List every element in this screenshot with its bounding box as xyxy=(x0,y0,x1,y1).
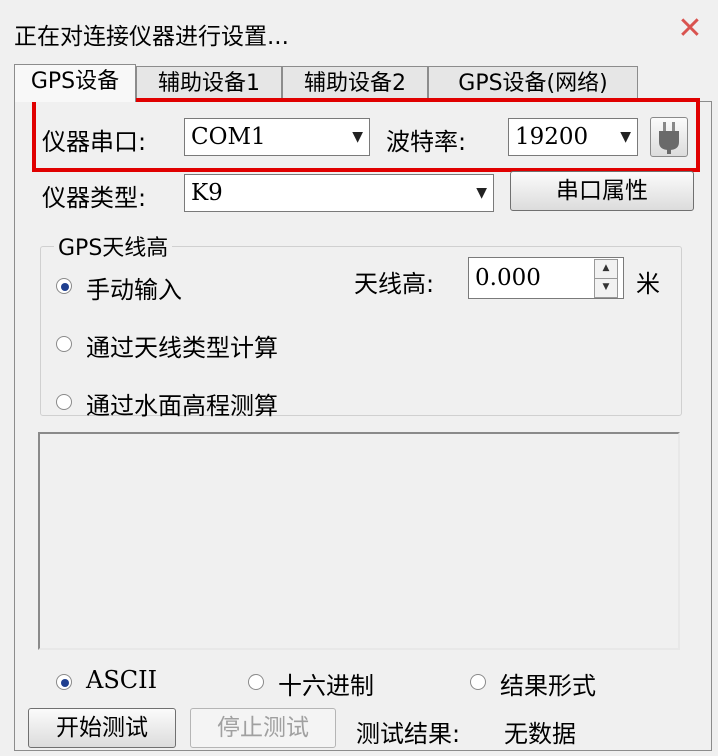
radio-by-water-elevation[interactable] xyxy=(56,394,72,410)
radio-manual-label[interactable]: 手动输入 xyxy=(86,270,182,305)
highlight-frame xyxy=(32,98,700,172)
radio-format-result-label[interactable]: 结果形式 xyxy=(500,666,596,701)
radio-by-water-elevation-label[interactable]: 通过水面高程测算 xyxy=(86,386,278,421)
radio-format-hex[interactable] xyxy=(248,674,264,690)
device-type-value: K9 xyxy=(191,180,223,206)
radio-format-ascii[interactable] xyxy=(56,674,72,690)
radio-format-ascii-label[interactable]: ASCII xyxy=(86,666,157,694)
radio-by-antenna-type[interactable] xyxy=(56,336,72,352)
test-output-area[interactable] xyxy=(38,432,680,650)
antenna-height-spinner[interactable]: ▲ ▼ xyxy=(594,259,618,298)
device-type-select[interactable]: K9 ▼ xyxy=(184,174,494,212)
spin-down-icon[interactable]: ▼ xyxy=(594,278,618,298)
radio-by-antenna-type-label[interactable]: 通过天线类型计算 xyxy=(86,328,278,363)
close-icon[interactable]: ✕ xyxy=(675,14,705,44)
test-result-label: 测试结果: xyxy=(356,720,461,748)
stop-test-button[interactable]: 停止测试 xyxy=(190,708,336,748)
start-test-button[interactable]: 开始测试 xyxy=(28,708,176,748)
tab-gps-device[interactable]: GPS设备 xyxy=(14,64,136,102)
radio-format-result[interactable] xyxy=(470,674,486,690)
radio-format-hex-label[interactable]: 十六进制 xyxy=(278,666,374,701)
chevron-down-icon: ▼ xyxy=(476,185,487,201)
tab-gps-network[interactable]: GPS设备(网络) xyxy=(428,66,638,102)
radio-manual[interactable] xyxy=(56,278,72,294)
serial-properties-button[interactable]: 串口属性 xyxy=(510,171,694,211)
antenna-group-title: GPS天线高 xyxy=(54,230,173,262)
test-result-value: 无数据 xyxy=(504,720,576,748)
spin-up-icon[interactable]: ▲ xyxy=(594,259,618,279)
antenna-height-label: 天线高: xyxy=(354,270,435,298)
window-title: 正在对连接仪器进行设置... xyxy=(14,24,289,50)
device-type-label: 仪器类型: xyxy=(42,184,147,212)
antenna-height-unit: 米 xyxy=(636,270,660,298)
tab-aux-device-1[interactable]: 辅助设备1 xyxy=(136,66,282,102)
tab-aux-device-2[interactable]: 辅助设备2 xyxy=(282,66,428,102)
